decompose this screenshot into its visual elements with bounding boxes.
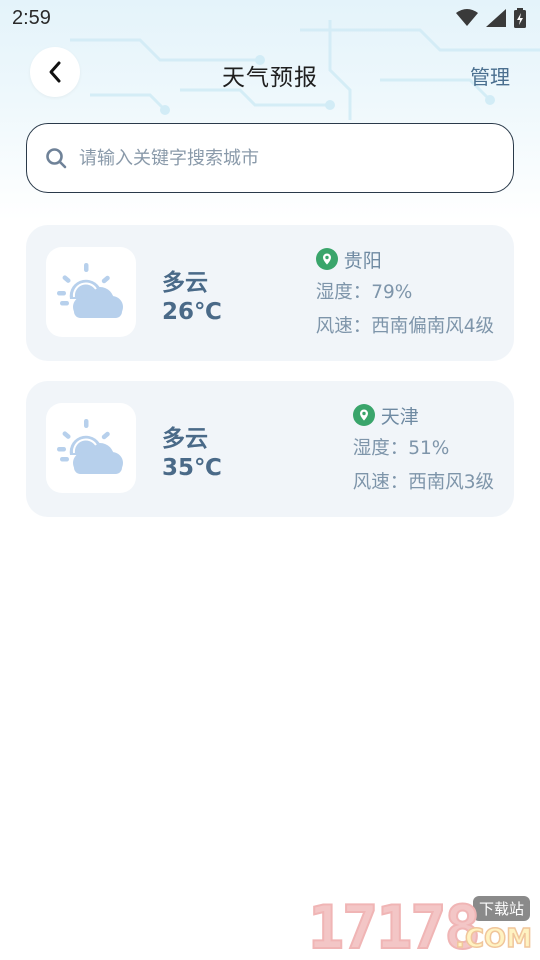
site-watermark: 下载站 17178 .COM <box>307 893 534 960</box>
weather-condition: 多云 <box>162 270 208 296</box>
manage-button[interactable]: 管理 <box>470 61 510 90</box>
status-bar: 2:59 <box>0 0 540 36</box>
humidity: 湿度：79% <box>315 282 413 303</box>
battery-icon <box>514 8 526 28</box>
status-icons <box>456 8 526 28</box>
partly-cloudy-icon <box>57 263 123 318</box>
weather-icon-box <box>46 247 136 337</box>
temperature: 35℃ <box>162 455 222 481</box>
city-name: 天津 <box>380 405 419 428</box>
search-input[interactable] <box>79 147 479 169</box>
weather-card[interactable]: 多云 26℃ 贵阳 湿度：79% 风速：西南偏南风4级 <box>26 225 514 361</box>
watermark-badge: 下载站 <box>472 896 530 921</box>
wifi-icon <box>456 9 478 26</box>
location-pin-icon <box>352 404 375 426</box>
city-name: 贵阳 <box>343 249 382 272</box>
partly-cloudy-icon <box>57 419 123 474</box>
status-time: 2:59 <box>12 6 51 29</box>
weather-icon-box <box>46 403 136 493</box>
search-box[interactable] <box>26 123 514 193</box>
temperature: 26℃ <box>162 299 222 325</box>
wind-speed: 风速：西南风3级 <box>352 472 494 493</box>
page-title: 天气预报 <box>222 65 318 91</box>
wind-speed: 风速：西南偏南风4级 <box>315 316 494 337</box>
weather-info: 贵阳 湿度：79% 风速：西南偏南风4级 <box>315 245 494 341</box>
watermark-suffix: .COM <box>454 923 532 955</box>
weather-card[interactable]: 多云 35℃ 天津 湿度：51% 风速：西南风3级 <box>26 381 514 517</box>
weather-condition: 多云 <box>162 426 208 452</box>
location-pin-icon <box>315 248 338 270</box>
city-row: 贵阳 <box>315 245 494 273</box>
watermark-digits: 17178 <box>307 893 482 960</box>
search-icon <box>46 148 67 169</box>
signal-icon <box>486 9 506 27</box>
humidity: 湿度：51% <box>352 438 450 459</box>
city-row: 天津 <box>352 401 494 429</box>
weather-info: 天津 湿度：51% 风速：西南风3级 <box>352 401 494 497</box>
header: 天气预报 管理 <box>0 44 540 102</box>
